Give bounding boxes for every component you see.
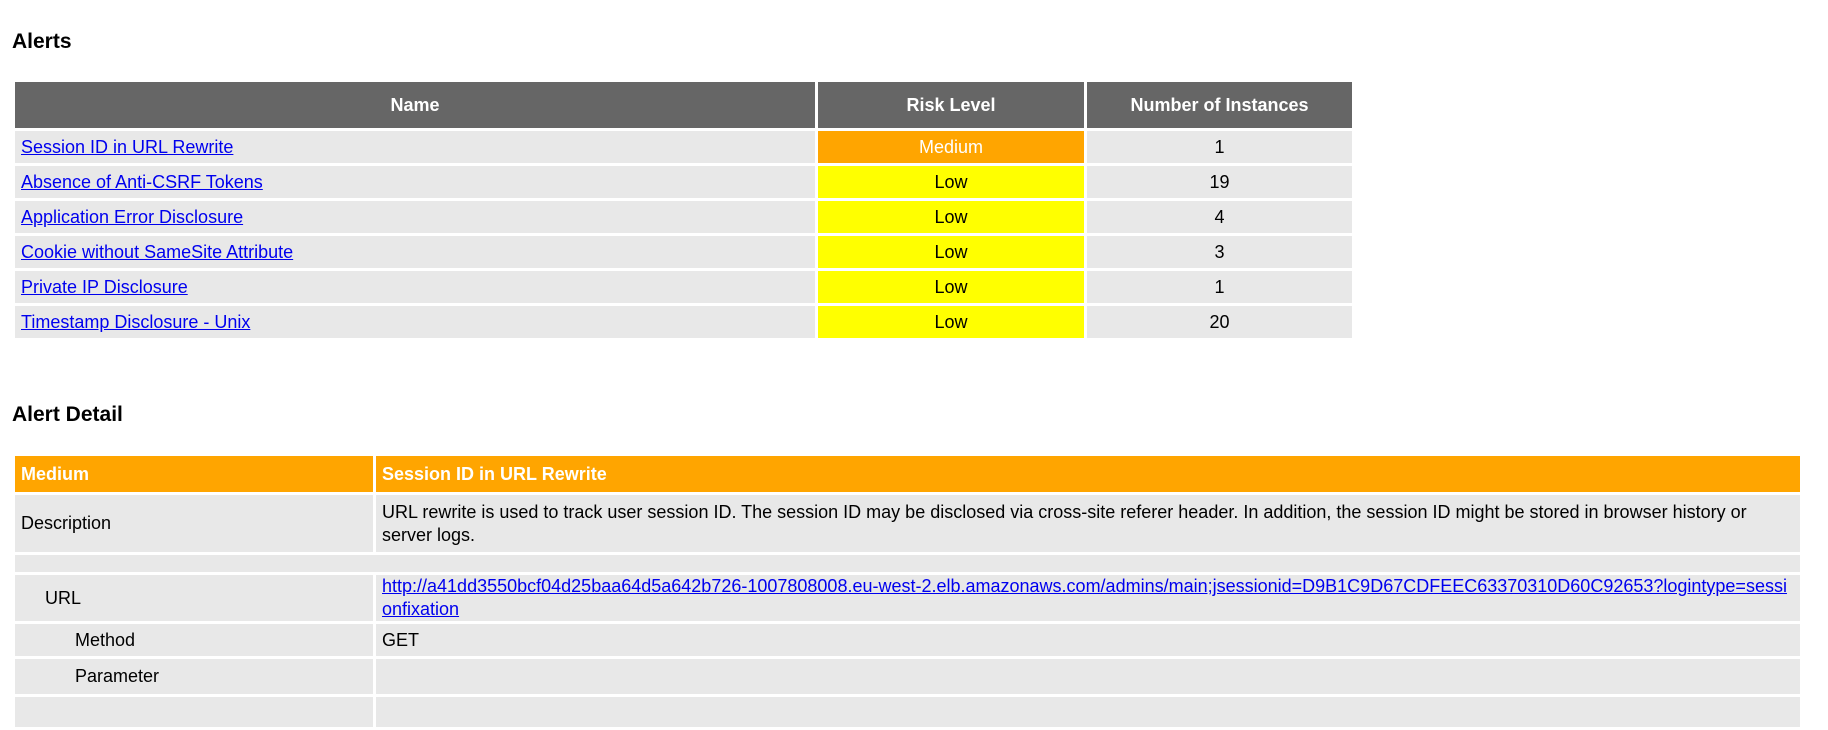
- alert-name-link[interactable]: Timestamp Disclosure - Unix: [21, 312, 250, 332]
- alert-name-link[interactable]: Cookie without SameSite Attribute: [21, 242, 293, 262]
- alert-row: Application Error Disclosure Low 4: [15, 201, 1352, 233]
- alert-name-cell: Private IP Disclosure: [15, 271, 815, 303]
- risk-level-badge: Medium: [818, 131, 1084, 163]
- next-row-label: [15, 697, 373, 727]
- risk-level-badge: Low: [818, 201, 1084, 233]
- alert-detail-table: Medium Session ID in URL Rewrite Descrip…: [12, 453, 1803, 730]
- instance-count: 19: [1087, 166, 1352, 198]
- col-count: Number of Instances: [1087, 82, 1352, 128]
- next-row-value: [376, 697, 1800, 727]
- alert-row: Timestamp Disclosure - Unix Low 20: [15, 306, 1352, 338]
- col-risk: Risk Level: [818, 82, 1084, 128]
- url-row: URL http://a41dd3550bcf04d25baa64d5a642b…: [15, 575, 1800, 621]
- alerts-table: Name Risk Level Number of Instances Sess…: [12, 79, 1355, 341]
- alert-name-cell: Cookie without SameSite Attribute: [15, 236, 815, 268]
- alert-row: Session ID in URL Rewrite Medium 1: [15, 131, 1352, 163]
- alert-row: Cookie without SameSite Attribute Low 3: [15, 236, 1352, 268]
- alerts-heading: Alerts: [12, 30, 72, 53]
- url-link[interactable]: http://a41dd3550bcf04d25baa64d5a642b726-…: [382, 576, 1787, 619]
- detail-risk: Medium: [15, 456, 373, 492]
- method-row: Method GET: [15, 624, 1800, 656]
- url-value: http://a41dd3550bcf04d25baa64d5a642b726-…: [376, 575, 1800, 621]
- alert-name-cell: Session ID in URL Rewrite: [15, 131, 815, 163]
- parameter-label: Parameter: [15, 659, 373, 694]
- spacer: [15, 555, 1800, 572]
- col-name: Name: [15, 82, 815, 128]
- risk-level-badge: Low: [818, 166, 1084, 198]
- url-label: URL: [15, 575, 373, 621]
- alert-name-link[interactable]: Session ID in URL Rewrite: [21, 137, 233, 157]
- parameter-value: [376, 659, 1800, 694]
- instance-count: 4: [1087, 201, 1352, 233]
- method-value: GET: [376, 624, 1800, 656]
- risk-level-badge: Low: [818, 306, 1084, 338]
- alert-name-link[interactable]: Absence of Anti-CSRF Tokens: [21, 172, 263, 192]
- instance-count: 3: [1087, 236, 1352, 268]
- description-label: Description: [15, 495, 373, 552]
- instance-count: 1: [1087, 131, 1352, 163]
- description-value: URL rewrite is used to track user sessio…: [376, 495, 1800, 552]
- method-label: Method: [15, 624, 373, 656]
- alert-row: Private IP Disclosure Low 1: [15, 271, 1352, 303]
- spacer-row: [15, 555, 1800, 572]
- risk-level-badge: Low: [818, 236, 1084, 268]
- description-row: Description URL rewrite is used to track…: [15, 495, 1800, 552]
- instance-count: 20: [1087, 306, 1352, 338]
- alert-name-cell: Timestamp Disclosure - Unix: [15, 306, 815, 338]
- alerts-header-row: Name Risk Level Number of Instances: [15, 82, 1352, 128]
- alert-detail-heading: Alert Detail: [12, 403, 123, 426]
- alert-name-link[interactable]: Private IP Disclosure: [21, 277, 188, 297]
- parameter-row: Parameter: [15, 659, 1800, 694]
- risk-level-badge: Low: [818, 271, 1084, 303]
- alert-row: Absence of Anti-CSRF Tokens Low 19: [15, 166, 1352, 198]
- alert-name-cell: Application Error Disclosure: [15, 201, 815, 233]
- instance-count: 1: [1087, 271, 1352, 303]
- detail-header-row: Medium Session ID in URL Rewrite: [15, 456, 1800, 492]
- detail-name: Session ID in URL Rewrite: [376, 456, 1800, 492]
- next-row: [15, 697, 1800, 727]
- alert-name-cell: Absence of Anti-CSRF Tokens: [15, 166, 815, 198]
- alert-name-link[interactable]: Application Error Disclosure: [21, 207, 243, 227]
